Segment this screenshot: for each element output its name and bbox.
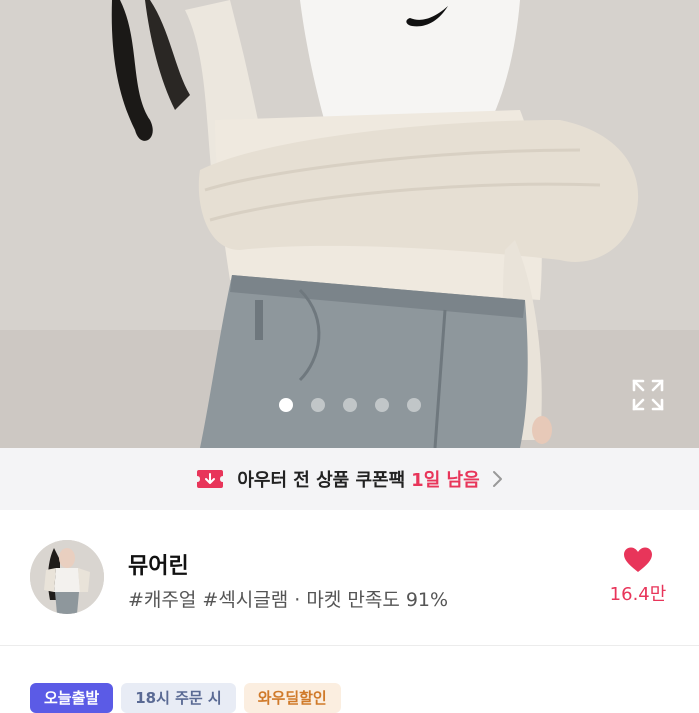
shop-info-row: 뮤어린 #캐주얼 #섹시글램 · 마켓 만족도 91% 16.4만 <box>0 510 699 646</box>
badge-sale: 와우딜할인 <box>243 683 341 713</box>
chevron-right-icon <box>492 471 502 487</box>
like-count: 16.4만 <box>609 584 667 605</box>
heart-icon <box>624 547 652 572</box>
shop-avatar[interactable] <box>30 540 104 614</box>
coupon-icon <box>197 470 224 488</box>
delivery-badges: 오늘출발 18시 주문 시 와우딜할인 <box>30 683 341 713</box>
like-button[interactable]: 16.4만 <box>596 546 680 606</box>
product-image-carousel[interactable] <box>0 0 699 448</box>
coupon-banner[interactable]: 아우터 전 상품 쿠폰팩 1일 남음 <box>0 448 699 510</box>
shop-name[interactable]: 뮤어린 <box>128 548 189 580</box>
expand-icon[interactable] <box>631 378 665 412</box>
carousel-pager <box>0 398 699 412</box>
coupon-remaining-days: 1일 남음 <box>411 470 480 491</box>
carousel-dot[interactable] <box>342 398 357 412</box>
product-photo <box>0 0 699 448</box>
carousel-dot[interactable] <box>310 398 325 412</box>
badge-today-ship: 오늘출발 <box>30 683 114 713</box>
coupon-banner-text: 아우터 전 상품 쿠폰팩 <box>237 470 406 491</box>
carousel-dot[interactable] <box>374 398 389 412</box>
badge-order-cutoff: 18시 주문 시 <box>121 683 236 713</box>
carousel-dot[interactable] <box>406 398 421 412</box>
carousel-dot[interactable] <box>278 398 293 412</box>
shop-tags-satisfaction: #캐주얼 #섹시글램 · 마켓 만족도 91% <box>128 589 449 611</box>
